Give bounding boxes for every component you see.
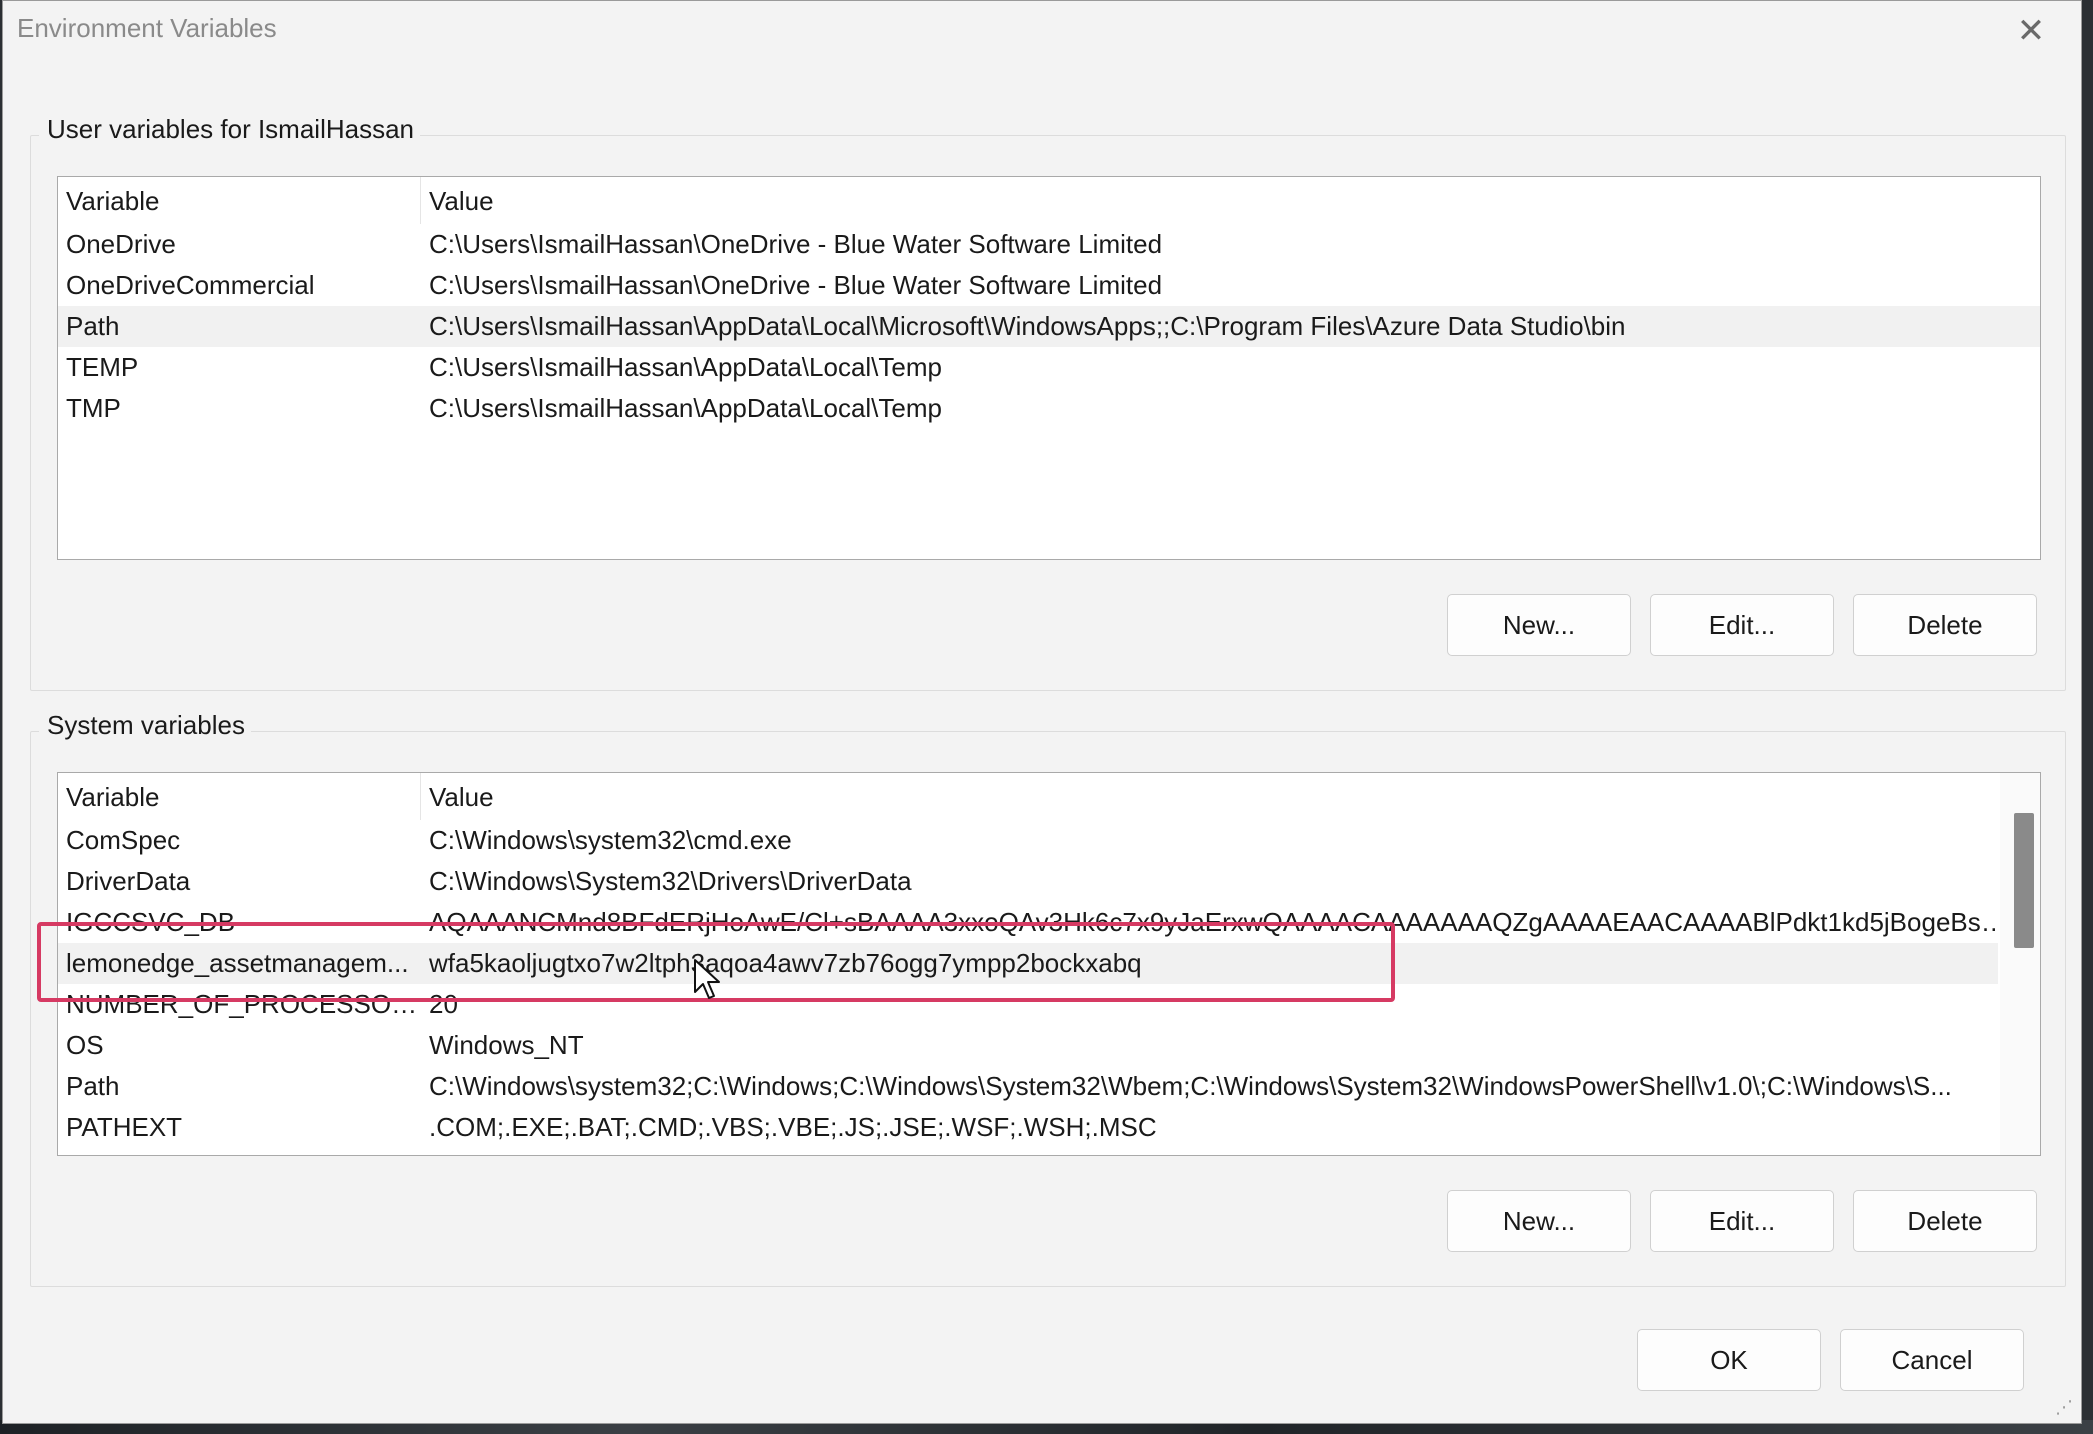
variable-name: Path: [66, 311, 120, 341]
environment-variables-dialog: Environment Variables ✕ User variables f…: [2, 0, 2082, 1424]
variable-name: OneDrive: [66, 229, 176, 259]
variable-name: PATHEXT: [66, 1112, 183, 1142]
column-header-variable[interactable]: Variable: [66, 181, 418, 222]
list-header: Variable Value: [58, 181, 2040, 222]
variable-name: TMP: [66, 393, 121, 423]
column-header-value[interactable]: Value: [429, 181, 2009, 222]
system-edit-button[interactable]: Edit...: [1650, 1190, 1834, 1252]
window-title: Environment Variables: [17, 13, 277, 43]
ok-button[interactable]: OK: [1637, 1329, 1821, 1391]
variable-value: C:\Users\IsmailHassan\AppData\Local\Temp: [429, 352, 942, 382]
user-variables-group: User variables for IsmailHassan Variable…: [30, 114, 2066, 691]
table-row[interactable]: OneDrive C:\Users\IsmailHassan\OneDrive …: [58, 224, 2040, 265]
system-delete-button[interactable]: Delete: [1853, 1190, 2037, 1252]
variable-value: Windows_NT: [429, 1030, 584, 1060]
list-header: Variable Value: [58, 777, 1998, 818]
table-row[interactable]: PATHEXT .COM;.EXE;.BAT;.CMD;.VBS;.VBE;.J…: [58, 1107, 1998, 1148]
variable-name: ComSpec: [66, 825, 181, 855]
scrollbar-thumb[interactable]: [2014, 813, 2034, 948]
variable-value: C:\Users\IsmailHassan\AppData\Local\Temp: [429, 393, 942, 423]
variable-value: C:\Windows\system32;C:\Windows;C:\Window…: [429, 1071, 1952, 1101]
table-row[interactable]: OneDriveCommercial C:\Users\IsmailHassan…: [58, 265, 2040, 306]
mouse-cursor-icon: [694, 959, 720, 999]
table-row[interactable]: OS Windows_NT: [58, 1025, 1998, 1066]
table-row[interactable]: DriverData C:\Windows\System32\Drivers\D…: [58, 861, 1998, 902]
system-variables-label: System variables: [39, 710, 251, 741]
user-delete-button[interactable]: Delete: [1853, 594, 2037, 656]
variable-value: C:\Windows\System32\Drivers\DriverData: [429, 866, 912, 896]
variable-name: OneDriveCommercial: [66, 270, 315, 300]
user-variables-list[interactable]: Variable Value OneDrive C:\Users\IsmailH…: [57, 176, 2041, 560]
system-new-button[interactable]: New...: [1447, 1190, 1631, 1252]
variable-value: C:\Windows\system32\cmd.exe: [429, 825, 792, 855]
variable-name: TEMP: [66, 352, 139, 382]
user-variables-label: User variables for IsmailHassan: [39, 114, 421, 145]
title-bar: Environment Variables ✕: [3, 1, 2081, 61]
table-row[interactable]: ComSpec C:\Windows\system32\cmd.exe: [58, 820, 1998, 861]
variable-value: C:\Users\IsmailHassan\OneDrive - Blue Wa…: [429, 270, 1163, 300]
cancel-button[interactable]: Cancel: [1840, 1329, 2024, 1391]
table-row[interactable]: Path C:\Windows\system32;C:\Windows;C:\W…: [58, 1066, 1998, 1107]
table-row-selected[interactable]: Path C:\Users\IsmailHassan\AppData\Local…: [58, 306, 2040, 347]
system-variables-group: System variables Variable Value ComSpec …: [30, 710, 2066, 1287]
user-edit-button[interactable]: Edit...: [1650, 594, 1834, 656]
column-header-value[interactable]: Value: [429, 777, 2009, 818]
variable-name: DriverData: [66, 866, 191, 896]
table-row[interactable]: TMP C:\Users\IsmailHassan\AppData\Local\…: [58, 388, 2040, 429]
variable-name: Path: [66, 1071, 120, 1101]
user-new-button[interactable]: New...: [1447, 594, 1631, 656]
variable-name: OS: [66, 1030, 104, 1060]
resize-grip-icon[interactable]: ⋰: [2055, 1397, 2075, 1417]
vertical-scrollbar[interactable]: [2000, 773, 2040, 1155]
column-header-variable[interactable]: Variable: [66, 777, 418, 818]
close-icon[interactable]: ✕: [2011, 11, 2051, 51]
variable-value: .COM;.EXE;.BAT;.CMD;.VBS;.VBE;.JS;.JSE;.…: [429, 1112, 1157, 1142]
variable-value: C:\Users\IsmailHassan\OneDrive - Blue Wa…: [429, 229, 1163, 259]
variable-value: C:\Users\IsmailHassan\AppData\Local\Micr…: [429, 311, 1626, 341]
table-row[interactable]: TEMP C:\Users\IsmailHassan\AppData\Local…: [58, 347, 2040, 388]
